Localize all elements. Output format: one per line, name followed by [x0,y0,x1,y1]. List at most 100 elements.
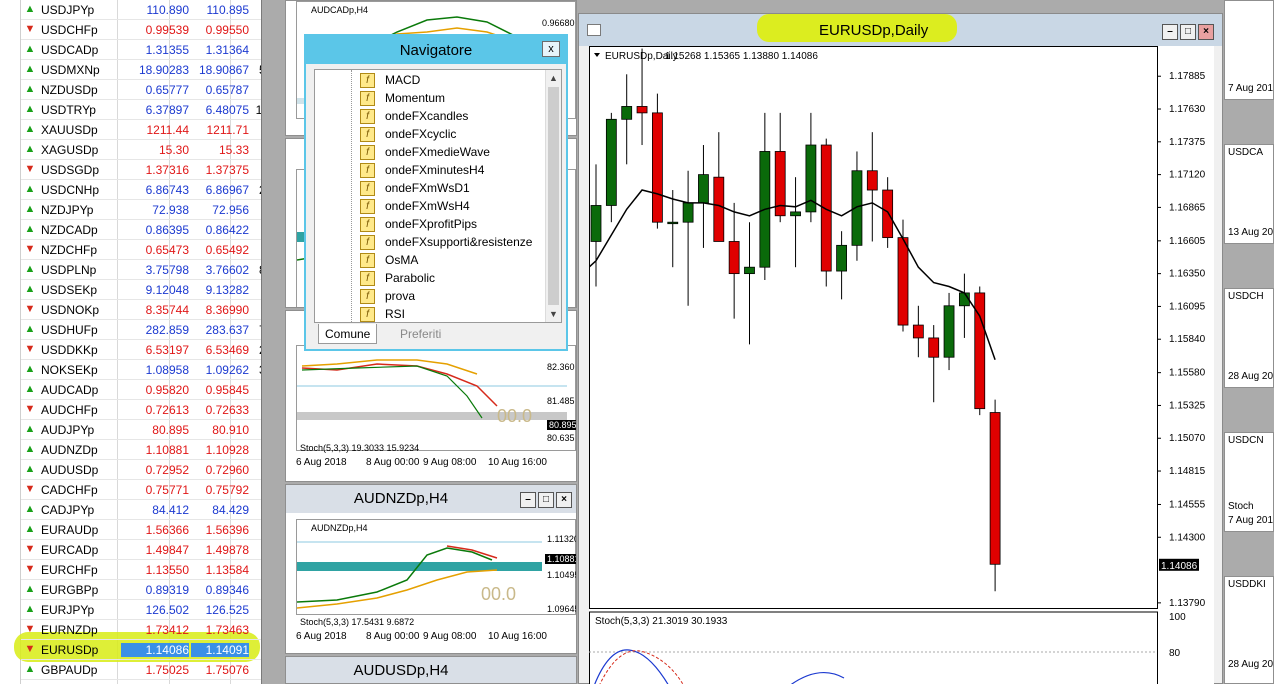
chart-window-partial[interactable]: USDCN Stoch 7 Aug 2018 [1224,432,1274,532]
minimize-button[interactable]: – [1162,24,1178,40]
spread-value: 23 [251,603,261,617]
minimize-button[interactable]: – [520,492,536,508]
price-axis-label: 1.16865 [1169,202,1206,213]
market-watch-row[interactable]: ▲ AUDJPYp 80.895 80.91015 [21,420,261,440]
tab-common[interactable]: Comune [318,324,378,344]
spread-value: 584 [251,63,261,77]
market-watch-row[interactable]: ▲ USDCNHp 6.86743 6.86967224 [21,180,261,200]
indicator-label: ondeFXmedieWave [385,145,490,159]
market-watch-row[interactable]: ▲ XAUUSDp 1211.44 1211.7127 [21,120,261,140]
scrollbar-thumb[interactable] [548,87,559,305]
market-watch-row[interactable]: ▼ EURUSDp 1.140861.140915 [21,640,261,660]
market-watch-row[interactable]: ▼ AUDCHFp 0.72613 0.7263320 [21,400,261,420]
indicator-label: OsMA [385,253,419,267]
chart-window-audnzd[interactable]: AUDNZDp,H4 – □ × AUDNZDp,H4 1.11320 1.1088… [285,484,577,654]
market-watch-row[interactable]: ▲ EURGBPp 0.89319 0.8934627 [21,580,261,600]
market-watch-row[interactable]: ▲ USDTRYp 6.37897 6.48075 10... [21,100,261,120]
arrow-down-icon: ▼ [24,543,36,555]
chart-area[interactable]: 82.360 81.485 80.895 80.635 00.0 [296,345,576,451]
market-watch-row[interactable]: ▼ NZDCHFp 0.65473 0.6549219 [21,240,261,260]
bid-price: 1.10881 [145,443,189,457]
tab-favorites[interactable]: Preferiti [394,324,447,344]
spread-value: 31 [251,543,261,557]
window-titlebar[interactable]: AUDUSDp,H4 [286,657,576,683]
market-watch-row[interactable]: ▲ CADJPYp 84.412 84.42917 [21,500,261,520]
spread-value: 5 [251,3,261,17]
spread-value: 27 [251,223,261,237]
chart-window-audusd[interactable]: AUDUSDp,H4 [285,656,577,684]
symbol-label: USDDKKp [41,343,98,357]
market-watch-row[interactable]: ▼ USDDKKp 6.53197 6.53469272 [21,340,261,360]
arrow-up-icon: ▲ [24,383,36,395]
navigator-titlebar[interactable]: Navigatore x [306,36,566,64]
market-watch-row[interactable]: ▲ AUDUSDp 0.72952 0.729608 [21,460,261,480]
market-watch-row[interactable]: ▲ EURJPYp 126.502 126.52523 [21,600,261,620]
market-watch-row[interactable]: ▼ USDNOKp 8.35744 8.369901... [21,300,261,320]
mini-candles [297,359,567,420]
market-watch-row[interactable]: ▲ NOKSEKp 1.08958 1.09262304 [21,360,261,380]
market-watch-row[interactable]: ▲ USDMXNp 18.90283 18.90867584 [21,60,261,80]
market-watch-row[interactable]: ▲ USDJPYp 110.890 110.8955 [21,0,261,20]
indicator-label: ondeFXmWsH4 [385,199,470,213]
chart-window-eurusd-daily[interactable]: EURUSDp,Daily – □ × EURUSDp,Daily 1.15268 1… [578,13,1223,684]
market-watch-row[interactable]: ▼ EURNZDp 1.73412 1.7346351 [21,620,261,640]
price-label: 1.11320 [547,534,577,544]
window-titlebar[interactable]: AUDNZDp,H4 – □ × [286,485,576,513]
market-watch-row[interactable]: ▲ USDPLNp 3.75798 3.76602804 [21,260,261,280]
close-button[interactable]: × [556,492,572,508]
scroll-down-arrow-icon[interactable]: ▼ [546,306,561,322]
spread-value: 21 [251,483,261,497]
navigator-close-button[interactable]: x [542,41,560,57]
maximize-button[interactable]: □ [1180,24,1196,40]
market-watch-row[interactable]: ▲ NZDUSDp 0.65777 0.6578710 [21,80,261,100]
main-window-titlebar[interactable]: EURUSDp,Daily – □ × [579,14,1222,46]
indicator-label: RSI [385,307,406,321]
market-watch-row[interactable]: ▲ USDSEKp 9.12048 9.132821... [21,280,261,300]
market-watch-row[interactable]: ▼ EURCHFp 1.13550 1.1358434 [21,560,261,580]
navigator-tree[interactable]: f MACD f Momentum f ondeFXcandles f ondeFXcycli… [314,69,562,323]
arrow-down-icon: ▼ [24,163,36,175]
indicator-label: Momentum [385,91,446,105]
market-watch-row[interactable]: ▲ NZDCADp 0.86395 0.8642227 [21,220,261,240]
symbol-label: EURUSDp [41,643,99,657]
indicator-icon: f [360,307,375,322]
market-watch-row[interactable]: ▼ USDCHFp 0.99539 0.9955011 [21,20,261,40]
market-watch-row[interactable]: ▲ GBPAUDp 1.75025 1.7507651 [21,660,261,680]
chart-window-partial[interactable]: USDDKI 28 Aug 2018 [1224,576,1274,684]
navigator-scrollbar[interactable]: ▲ ▼ [545,70,561,322]
scroll-up-arrow-icon[interactable]: ▲ [546,70,561,86]
market-watch-row[interactable]: ▲ USDHUFp 282.859 283.637778 [21,320,261,340]
chart-window-partial[interactable]: 7 Aug 2018 [1224,0,1274,100]
market-watch-row[interactable]: ▼ CADCHFp 0.75771 0.7579221 [21,480,261,500]
indicator-icon: f [360,127,375,142]
indicator-icon: f [360,217,375,232]
arrow-down-icon: ▼ [24,243,36,255]
maximize-button[interactable]: □ [538,492,554,508]
bid-price: 1.08958 [145,363,189,377]
chart-window-partial[interactable]: USDCH 28 Aug 2018 [1224,288,1274,388]
market-watch-row[interactable]: ▼ USDSGDp 1.37316 1.3737559 [21,160,261,180]
market-watch-row[interactable]: ▲ XAGUSDp 15.30 15.333 [21,140,261,160]
market-watch-row[interactable]: ▼ EURCADp 1.49847 1.4987831 [21,540,261,560]
market-watch-row[interactable]: ▲ AUDNZDp 1.10881 1.1092847 [21,440,261,460]
ask-price: 0.75792 [205,483,249,497]
chart-area[interactable]: AUDNZDp,H4 1.11320 1.10881 1.10495 1.096… [296,519,576,615]
eurusd-chart[interactable]: EURUSDp,Daily1.15268 1.15365 1.13880 1.1… [589,46,1214,684]
market-watch-row[interactable]: ▲ NZDJPYp 72.938 72.95618 [21,200,261,220]
market-watch-row[interactable]: ▲ EURAUDp 1.56366 1.5639630 [21,520,261,540]
bull-candle [836,244,848,272]
current-price-tag: 1.14086 [1161,561,1198,572]
market-watch-row[interactable]: ▲ USDCADp 1.31355 1.313649 [21,40,261,60]
spread-value: 34 [251,563,261,577]
close-button[interactable]: × [1198,24,1214,40]
ask-price: 1211.71 [206,123,250,137]
arrow-up-icon: ▲ [24,63,36,75]
arrow-up-icon: ▲ [24,323,36,335]
chart-window-partial[interactable]: USDCA 13 Aug 2018 [1224,144,1274,244]
market-watch-row[interactable]: ▲ AUDCADp 0.95820 0.9584525 [21,380,261,400]
right-window-strip: 7 Aug 2018 USDCA 13 Aug 2018 USDCH 28 Au… [1224,0,1274,684]
symbol-label: GBPAUDp [41,663,98,677]
window-title: AUDUSDp,H4 [353,662,449,679]
navigator-panel[interactable]: Navigatore x f MACD f Momentum f ondeFXcandle… [304,34,568,351]
spread-value: 1... [251,283,261,297]
